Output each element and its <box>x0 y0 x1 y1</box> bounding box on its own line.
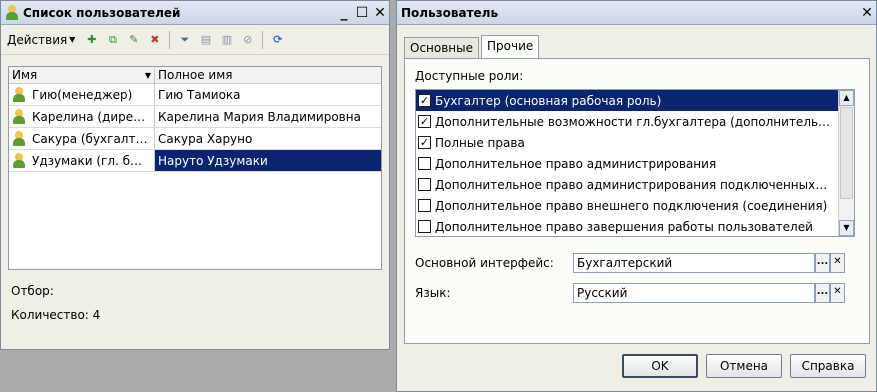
filter-list-icon[interactable]: ▤ <box>197 31 214 48</box>
table-header: Имя ▼ Полное имя <box>9 67 381 84</box>
filter-icon[interactable]: ⏷ <box>176 31 193 48</box>
checkbox-checked[interactable]: ✓ <box>418 94 431 107</box>
count-label: Количество: 4 <box>11 308 101 322</box>
tabs: Основные Прочие <box>404 35 541 58</box>
row-full-name: Сакура Харуно <box>158 131 253 146</box>
column-name-label: Имя <box>12 68 38 82</box>
role-label: Дополнительное право администрирования <box>435 156 717 171</box>
toolbar-separator <box>169 30 171 49</box>
role-item[interactable]: Дополнительное право администрирования <box>416 153 838 174</box>
row-full-name: Гию Тамиока <box>158 87 241 102</box>
copy-icon[interactable]: ⧉ <box>104 31 121 48</box>
user-icon <box>12 152 26 169</box>
checkbox-unchecked[interactable] <box>418 157 431 170</box>
user-icon <box>12 108 26 125</box>
row-name: Гию(менеджер) <box>32 87 133 102</box>
checkbox-unchecked[interactable] <box>418 178 431 191</box>
users-list-titlebar: Список пользователей _ ☐ ✕ <box>1 1 389 25</box>
filter-dropdown-icon[interactable]: ▥ <box>218 31 235 48</box>
checkbox-unchecked[interactable] <box>418 199 431 212</box>
table-row-selected[interactable]: Удзумаки (гл. б… Наруто Удзумаки <box>9 150 381 172</box>
role-item[interactable]: Дополнительное право внешнего подключени… <box>416 195 838 216</box>
table-row[interactable]: Гию(менеджер) Гию Тамиока <box>9 84 381 106</box>
role-label: Дополнительное право завершения работы п… <box>435 219 813 234</box>
minimize-button[interactable]: _ <box>335 5 353 21</box>
user-icon <box>12 130 26 147</box>
role-label: Дополнительное право администрирования п… <box>435 177 828 192</box>
cancel-button[interactable]: Отмена <box>706 354 782 378</box>
role-label: Дополнительные возможности гл.бухгалтера… <box>435 114 831 129</box>
role-label: Дополнительное право внешнего подключени… <box>435 198 828 213</box>
select-button[interactable]: ... <box>815 283 830 303</box>
users-table: Имя ▼ Полное имя Гию(менеджер) Гию Тамио… <box>8 66 382 270</box>
roles-list: ✓ Бухгалтер (основная рабочая роль) ✓ Допо… <box>415 89 855 237</box>
scroll-thumb[interactable] <box>840 107 853 199</box>
checkbox-checked[interactable]: ✓ <box>418 115 431 128</box>
tab-main[interactable]: Основные <box>404 37 480 58</box>
add-icon[interactable]: ✚ <box>83 31 100 48</box>
tab-other[interactable]: Прочие <box>481 35 540 58</box>
role-label: Бухгалтер (основная рабочая роль) <box>435 93 662 108</box>
actions-menu-button[interactable]: Действия ▼ <box>7 33 75 47</box>
table-row[interactable]: Карелина (дире… Карелина Мария Владимиро… <box>9 106 381 128</box>
user-dialog: Пользователь ✕ Основные Прочие Доступные… <box>396 0 877 392</box>
user-dialog-titlebar: Пользователь ✕ <box>397 1 876 25</box>
interface-label: Основной интерфейс: <box>415 256 554 270</box>
users-icon <box>5 4 19 21</box>
help-button[interactable]: Справка <box>790 354 866 378</box>
delete-icon[interactable]: ✖ <box>146 31 163 48</box>
clear-filter-icon[interactable]: ⊘ <box>239 31 256 48</box>
checkbox-unchecked[interactable] <box>418 220 431 233</box>
roles-scrollbar[interactable]: ▲ ▼ <box>838 90 854 236</box>
select-button[interactable]: ... <box>815 253 830 273</box>
column-header-full-name[interactable]: Полное имя <box>155 67 381 83</box>
dialog-title: Пользователь <box>401 5 499 20</box>
role-label: Полные права <box>435 135 525 150</box>
maximize-button[interactable]: ☐ <box>353 5 371 21</box>
sort-arrow-icon: ▼ <box>144 70 151 80</box>
role-item[interactable]: Дополнительное право администрирования п… <box>416 174 838 195</box>
language-field[interactable]: Русский <box>573 283 815 303</box>
roles-label: Доступные роли: <box>415 69 524 83</box>
row-full-name: Карелина Мария Владимировна <box>158 109 361 124</box>
dropdown-arrow-icon: ▼ <box>69 35 76 44</box>
row-name: Карелина (дире… <box>32 109 146 124</box>
column-header-name[interactable]: Имя ▼ <box>9 67 155 83</box>
scroll-up-icon[interactable]: ▲ <box>839 90 854 106</box>
tab-panel: Доступные роли: ✓ Бухгалтер (основная раб… <box>404 58 870 344</box>
role-item[interactable]: Дополнительное право завершения работы п… <box>416 216 838 236</box>
toolbar-separator <box>262 30 264 49</box>
dialog-buttons: OK Отмена Справка <box>622 354 866 378</box>
ok-button[interactable]: OK <box>622 354 698 378</box>
row-full-name: Наруто Удзумаки <box>155 150 381 171</box>
row-name: Удзумаки (гл. б… <box>32 153 143 168</box>
edit-icon[interactable]: ✎ <box>125 31 142 48</box>
window-title: Список пользователей <box>23 5 181 20</box>
filter-label: Отбор: <box>11 284 54 298</box>
table-row[interactable]: Сакура (бухгалт… Сакура Харуно <box>9 128 381 150</box>
users-list-window: Список пользователей _ ☐ ✕ Действия ▼ ✚ … <box>0 0 390 350</box>
actions-label: Действия <box>7 32 68 47</box>
interface-row: Основной интерфейс: Бухгалтерский ... ✕ <box>415 253 845 273</box>
role-item[interactable]: ✓ Полные права <box>416 132 838 153</box>
close-button[interactable]: ✕ <box>858 5 876 21</box>
close-button[interactable]: ✕ <box>371 5 389 21</box>
role-item[interactable]: ✓ Дополнительные возможности гл.бухгалтер… <box>416 111 838 132</box>
role-item[interactable]: ✓ Бухгалтер (основная рабочая роль) <box>416 90 838 111</box>
clear-button[interactable]: ✕ <box>830 283 845 303</box>
language-label: Язык: <box>415 286 451 300</box>
interface-field[interactable]: Бухгалтерский <box>573 253 815 273</box>
scroll-down-icon[interactable]: ▼ <box>839 220 854 236</box>
language-row: Язык: Русский ... ✕ <box>415 283 845 303</box>
user-icon <box>12 86 26 103</box>
clear-button[interactable]: ✕ <box>830 253 845 273</box>
checkbox-checked[interactable]: ✓ <box>418 136 431 149</box>
refresh-icon[interactable]: ⟳ <box>269 31 286 48</box>
toolbar: Действия ▼ ✚ ⧉ ✎ ✖ ⏷ ▤ ▥ ⊘ ⟳ <box>1 25 389 55</box>
row-name: Сакура (бухгалт… <box>32 131 148 146</box>
